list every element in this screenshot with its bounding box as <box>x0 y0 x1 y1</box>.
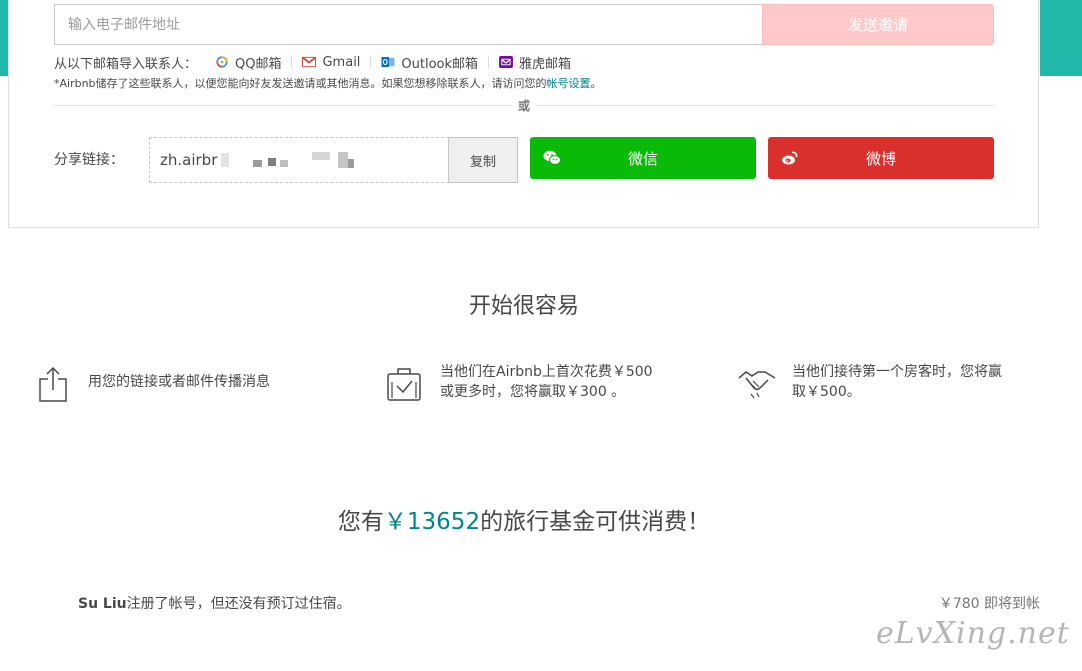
redacted-link <box>268 158 277 166</box>
wechat-label: 微信 <box>627 149 658 168</box>
share-wechat-button[interactable]: 微信 <box>530 137 756 179</box>
import-contacts-row: 从以下邮箱导入联系人： QQ邮箱 Gmail Outlook邮箱 雅虎邮箱 <box>54 52 581 72</box>
credit-prefix: 您有 <box>337 509 384 535</box>
import-outlook[interactable]: Outlook邮箱 <box>371 53 488 72</box>
provider-label: Outlook邮箱 <box>401 56 479 72</box>
redacted-link <box>312 152 331 160</box>
credit-suffix: 的旅行基金可供消费！ <box>480 509 711 535</box>
share-link-label: 分享链接： <box>54 152 124 168</box>
wechat-icon <box>543 150 561 165</box>
referral-reward: ￥780 即将到帐 <box>938 596 1040 612</box>
hero-background-right <box>1040 0 1082 76</box>
referral-name: Su Liu <box>78 596 127 612</box>
credit-amount: ￥13652 <box>383 509 481 535</box>
import-qq-mail[interactable]: QQ邮箱 <box>205 53 291 72</box>
import-label: 从以下邮箱导入联系人： <box>54 56 198 72</box>
qq-mail-icon <box>216 56 228 68</box>
redacted-link <box>280 159 289 167</box>
copy-link-button[interactable]: 复制 <box>448 137 518 183</box>
step-text: 当他们在Airbnb上首次花费￥500或更多时，您将赢取￥300 。 <box>440 364 653 400</box>
step-text: 用您的链接或者邮件传播消息 <box>88 374 270 390</box>
provider-label: 雅虎邮箱 <box>519 56 572 72</box>
or-label: 或 <box>512 97 536 114</box>
outlook-icon <box>381 56 395 68</box>
note-end: 。 <box>590 77 602 90</box>
send-invite-button[interactable]: 发送邀请 <box>762 4 994 45</box>
referral-status: 注册了帐号，但还没有预订过住宿。 <box>126 596 351 612</box>
redacted-link <box>221 153 230 167</box>
weibo-label: 微博 <box>865 149 896 168</box>
note-text: *Airbnb储存了这些联系人，以便您能向好友发送邀请或其他消息。如果您想移除联… <box>54 77 547 90</box>
yahoo-mail-icon <box>499 56 513 68</box>
redacted-link <box>338 152 349 168</box>
step-text: 当他们接待第一个房客时，您将赢取￥500。 <box>792 364 1002 400</box>
suitcase-check-icon <box>387 368 421 401</box>
import-gmail[interactable]: Gmail <box>292 55 370 70</box>
step-first-guest: 当他们接待第一个房客时，您将赢取￥500。 <box>738 362 1004 402</box>
email-input[interactable] <box>54 4 762 45</box>
weibo-icon <box>782 151 798 165</box>
redacted-link <box>348 158 355 168</box>
share-link-text: zh.airbr <box>160 151 218 169</box>
referral-row: Su Liu注册了帐号，但还没有预订过住宿。 <box>78 593 351 613</box>
share-weibo-button[interactable]: 微博 <box>768 137 994 179</box>
contacts-note: *Airbnb储存了这些联系人，以便您能向好友发送邀请或其他消息。如果您想移除联… <box>54 75 602 91</box>
redacted-link <box>253 159 263 167</box>
gmail-icon <box>302 56 317 68</box>
step-first-trip: 当他们在Airbnb上首次花费￥500或更多时，您将赢取￥300 。 <box>386 362 658 402</box>
how-it-works-title: 开始很容易 <box>468 294 579 319</box>
travel-credit-summary: 您有￥13652的旅行基金可供消费！ <box>0 502 1048 536</box>
handshake-icon <box>738 371 776 399</box>
provider-label: QQ邮箱 <box>235 56 282 72</box>
step-share: 用您的链接或者邮件传播消息 <box>38 366 308 402</box>
import-yahoo-mail[interactable]: 雅虎邮箱 <box>489 53 581 72</box>
share-link-field[interactable]: zh.airbr <box>149 137 449 183</box>
provider-label: Gmail <box>322 54 361 70</box>
watermark: eLvXing.net <box>876 616 1070 651</box>
account-settings-link[interactable]: 帐号设置 <box>547 77 591 90</box>
share-icon <box>39 366 67 402</box>
